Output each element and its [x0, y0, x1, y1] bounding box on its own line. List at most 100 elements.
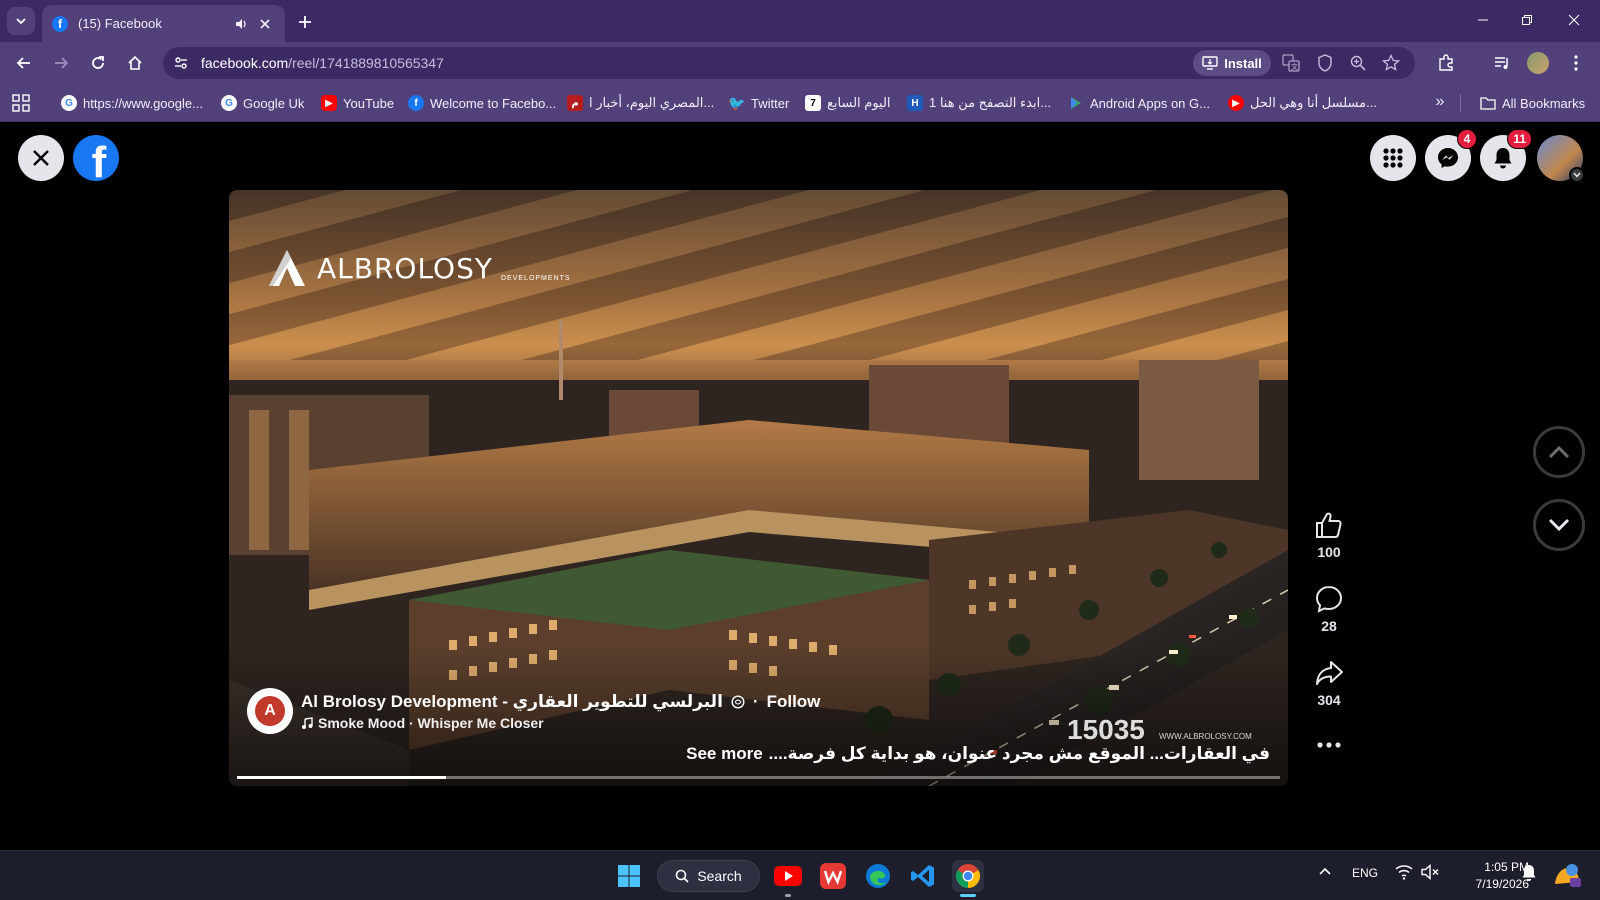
- taskbar-wps[interactable]: [817, 860, 849, 892]
- facebook-favicon-icon: f: [52, 15, 68, 32]
- messenger-button[interactable]: 4: [1425, 129, 1477, 181]
- tab-facebook[interactable]: f (15) Facebook: [42, 5, 285, 42]
- youtube-icon: ▶: [321, 95, 337, 111]
- close-reel-button[interactable]: [18, 135, 64, 181]
- share-arrow-icon: [1316, 661, 1343, 685]
- notifications-button[interactable]: 11: [1480, 129, 1532, 181]
- notification-bell-icon[interactable]: [1521, 864, 1537, 885]
- bookmark-item[interactable]: ▶ YouTube: [321, 94, 394, 112]
- taskbar-search[interactable]: Search: [657, 860, 760, 892]
- taskbar-edge[interactable]: [862, 860, 894, 892]
- home-button[interactable]: [121, 49, 149, 77]
- google-icon: G: [61, 95, 77, 111]
- menu-button[interactable]: [1370, 135, 1416, 181]
- wifi-icon[interactable]: [1395, 864, 1413, 883]
- arrow-left-icon: [16, 57, 30, 69]
- extensions-button[interactable]: [1432, 49, 1460, 77]
- bookmark-label: المصري اليوم، أخبار ا...: [589, 95, 715, 110]
- bookmark-item[interactable]: Android Apps on G...: [1068, 94, 1210, 112]
- install-app-button[interactable]: Install: [1193, 50, 1271, 76]
- minimize-button[interactable]: [1461, 6, 1505, 34]
- share-action[interactable]: 304: [1309, 658, 1349, 708]
- site-info-icon[interactable]: [171, 53, 191, 73]
- youtube-icon: [774, 866, 802, 886]
- taskbar-chrome[interactable]: [952, 860, 984, 897]
- new-tab-button[interactable]: [293, 10, 317, 34]
- taskbar-clock[interactable]: 1:05 PM 7/19/2026: [1447, 859, 1529, 893]
- reload-button[interactable]: [84, 49, 112, 77]
- url-text[interactable]: facebook.com/reel/1741889810565347: [201, 55, 444, 71]
- bookmark-item[interactable]: 🐦 Twitter: [728, 94, 790, 112]
- youm7-icon: 7: [805, 95, 821, 111]
- browser-tab-strip: f (15) Facebook: [0, 0, 1600, 42]
- more-options-button[interactable]: [1309, 742, 1349, 748]
- bookmark-item[interactable]: م المصري اليوم، أخبار ا...: [567, 94, 714, 112]
- google-icon: G: [221, 95, 237, 111]
- windows-taskbar: Search ENG 1:05 PM 7/19/2026: [0, 850, 1600, 900]
- chrome-menu-button[interactable]: [1562, 49, 1590, 77]
- facebook-logo-icon[interactable]: f: [73, 135, 119, 181]
- tab-search-button[interactable]: [7, 7, 35, 35]
- start-button[interactable]: [613, 860, 645, 892]
- account-avatar[interactable]: [1537, 135, 1585, 183]
- svg-text:文: 文: [1291, 62, 1298, 71]
- bookmarks-overflow-icon[interactable]: »: [1430, 93, 1450, 113]
- bookmark-label: Twitter: [751, 95, 790, 111]
- taskbar-vscode[interactable]: [907, 860, 939, 892]
- follow-button[interactable]: Follow: [767, 692, 821, 712]
- bookmark-item[interactable]: f Welcome to Facebo...: [408, 94, 556, 112]
- address-bar[interactable]: facebook.com/reel/1741889810565347 Insta…: [163, 47, 1415, 79]
- shield-icon[interactable]: [1315, 53, 1335, 73]
- youtube-icon: ▶: [1228, 95, 1244, 111]
- zoom-icon[interactable]: [1348, 53, 1368, 73]
- google-play-icon: [1068, 95, 1084, 111]
- show-hidden-icons[interactable]: [1318, 865, 1332, 879]
- video-progress-bar[interactable]: [237, 776, 1280, 779]
- bookmark-item[interactable]: ▶ مسلسل أنا وهي الحل...: [1228, 94, 1377, 112]
- apps-grid-icon[interactable]: [12, 94, 30, 112]
- bookmark-label: Google Uk: [243, 95, 305, 111]
- watermark-number: 15035: [1067, 714, 1145, 745]
- volume-muted-icon[interactable]: [1421, 863, 1439, 883]
- media-controls-button[interactable]: [1488, 49, 1516, 77]
- comment-action[interactable]: 28: [1309, 584, 1349, 634]
- clock-time: 1:05 PM: [1484, 860, 1529, 874]
- translate-icon[interactable]: 文: [1281, 53, 1301, 73]
- bookmark-item[interactable]: 7 اليوم السابع: [805, 94, 891, 112]
- bookmarks-divider: [1460, 94, 1461, 112]
- kebab-menu-icon: [1574, 55, 1578, 71]
- bookmark-item[interactable]: G https://www.google...: [61, 94, 203, 112]
- close-window-button[interactable]: [1552, 6, 1596, 34]
- bookmark-item[interactable]: G Google Uk: [221, 94, 304, 112]
- chevron-down-icon: [1548, 518, 1570, 532]
- bookmark-star-icon[interactable]: [1381, 53, 1401, 73]
- chevron-up-icon: [1319, 867, 1331, 875]
- reel-video[interactable]: ALBROLOSY DEVELOPMENTS A Al Brolosy Deve…: [229, 190, 1288, 786]
- owner-name[interactable]: Al Brolosy Development - البرلسي للتطوير…: [301, 692, 723, 712]
- previous-reel-button[interactable]: [1533, 426, 1585, 478]
- puzzle-icon: [1439, 54, 1453, 71]
- like-action[interactable]: 100: [1309, 510, 1349, 560]
- next-reel-button[interactable]: [1533, 499, 1585, 551]
- bell-icon: [1494, 148, 1512, 169]
- audio-track[interactable]: Smoke Mood · Whisper Me Closer: [318, 715, 544, 731]
- back-button[interactable]: [10, 49, 38, 77]
- active-indicator: [960, 894, 976, 897]
- chrome-icon: [955, 864, 981, 888]
- tab-audio-icon[interactable]: [231, 14, 251, 34]
- install-label: Install: [1224, 55, 1262, 71]
- bookmark-item[interactable]: H ابدء التصفح من هنا 1...: [907, 94, 1051, 112]
- widgets-icon[interactable]: [1552, 860, 1582, 893]
- profile-button[interactable]: [1524, 49, 1552, 77]
- all-bookmarks-button[interactable]: All Bookmarks: [1480, 94, 1585, 112]
- almasry-icon: م: [567, 95, 583, 111]
- reload-icon: [92, 56, 104, 69]
- language-indicator[interactable]: ENG: [1352, 866, 1378, 880]
- url-host: facebook.com: [201, 55, 289, 71]
- see-more-link[interactable]: See more: [686, 744, 763, 764]
- tab-close-icon[interactable]: [255, 14, 275, 34]
- owner-avatar[interactable]: A: [247, 688, 293, 734]
- forward-button[interactable]: [47, 49, 75, 77]
- taskbar-youtube[interactable]: [772, 860, 804, 897]
- restore-button[interactable]: [1505, 6, 1549, 34]
